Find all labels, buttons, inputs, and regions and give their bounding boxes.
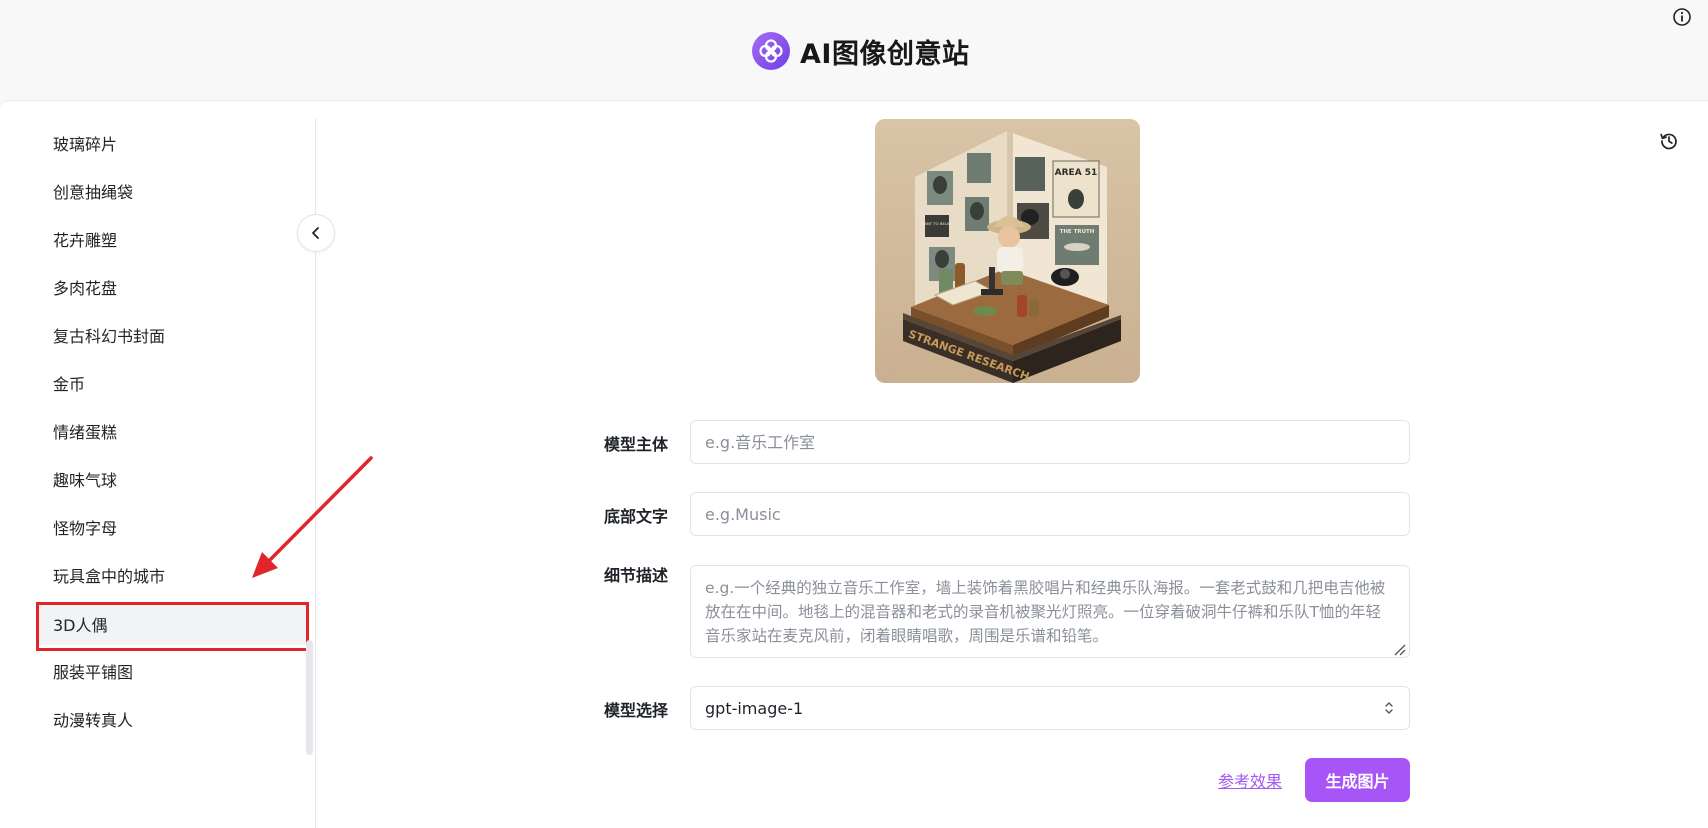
arrow-annotation-icon <box>252 456 373 578</box>
subject-input[interactable] <box>690 420 1410 464</box>
subject-label: 模型主体 <box>604 435 669 454</box>
bottom-text-input[interactable] <box>690 492 1410 536</box>
reference-effect-link[interactable]: 参考效果 <box>1218 768 1282 792</box>
detail-textarea[interactable] <box>690 565 1410 658</box>
info-icon[interactable] <box>1670 5 1694 29</box>
brand-logo-icon <box>752 32 790 70</box>
history-icon <box>1660 133 1677 150</box>
sidebar-item-clothing-flatlay[interactable]: 服装平铺图 <box>36 650 308 692</box>
sidebar-item-succulent-planter[interactable]: 多肉花盘 <box>36 266 308 308</box>
model-select-value: gpt-image-1 <box>705 698 804 718</box>
sidebar-item-anime-to-real[interactable]: 动漫转真人 <box>36 698 308 740</box>
sidebar-item-retro-scifi-cover[interactable]: 复古科幻书封面 <box>36 314 308 356</box>
model-select[interactable]: gpt-image-1 <box>690 686 1410 730</box>
chevron-left-icon <box>312 227 319 239</box>
model-label: 模型选择 <box>604 701 669 720</box>
sidebar-item-gold-coin[interactable]: 金币 <box>36 362 308 404</box>
brand: AI图像创意站 <box>752 30 969 72</box>
style-preview-image: AREA 51 THE TRUTH I WANT TO BELIEVE STRA… <box>875 119 1140 383</box>
poster-text-believe: I WANT TO BELIEVE <box>919 221 957 226</box>
sidebar-item-drawstring-bag[interactable]: 创意抽绳袋 <box>36 170 308 212</box>
sidebar-scroll-thumb[interactable] <box>306 640 313 755</box>
poster-text-truth: THE TRUTH <box>1060 229 1095 235</box>
generate-image-button[interactable]: 生成图片 <box>1305 758 1410 802</box>
resize-handle-icon[interactable] <box>1393 643 1406 656</box>
top-bar: AI图像创意站 <box>0 0 1708 100</box>
sidebar-item-glass-shards[interactable]: 玻璃碎片 <box>36 122 308 164</box>
sidebar-item-3d-figure[interactable]: 3D人偶 <box>36 603 308 645</box>
history-button[interactable] <box>1656 128 1682 154</box>
app-title: AI图像创意站 <box>800 38 970 70</box>
select-arrows-icon <box>1385 702 1393 714</box>
bottom-text-label: 底部文字 <box>604 507 669 526</box>
detail-label: 细节描述 <box>604 566 669 585</box>
sidebar-item-flower-sculpture[interactable]: 花卉雕塑 <box>36 218 308 260</box>
poster-text-area51: AREA 51 <box>1055 168 1098 178</box>
collapse-sidebar-button[interactable] <box>297 214 335 252</box>
